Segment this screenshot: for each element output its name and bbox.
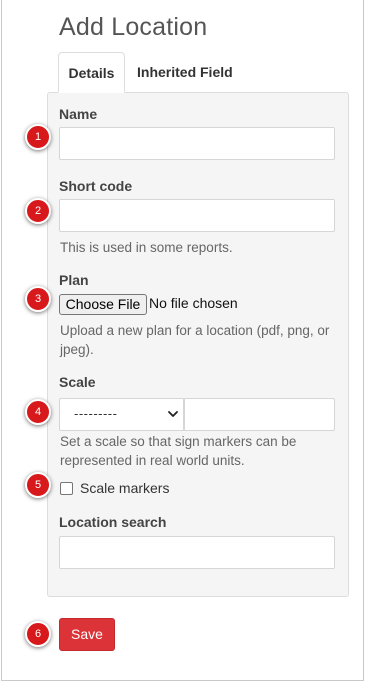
scale-help-line-2: represented in real world units.	[60, 453, 245, 468]
scale-unit-select[interactable]: ---------	[59, 398, 184, 431]
scale-markers-label[interactable]: Scale markers	[80, 480, 169, 496]
annotation-marker-3: 3	[25, 286, 51, 312]
scale-label: Scale	[59, 374, 96, 390]
short-code-input[interactable]	[59, 199, 335, 232]
annotation-marker-2: 2	[25, 198, 51, 224]
scale-markers-checkbox[interactable]	[60, 482, 73, 495]
annotation-marker-6: 6	[25, 621, 51, 647]
short-code-label: Short code	[59, 178, 133, 194]
save-button[interactable]: Save	[59, 618, 115, 651]
tab-details[interactable]: Details	[58, 52, 125, 93]
annotation-marker-4: 4	[25, 399, 51, 425]
plan-help-line-2: jpeg).	[60, 342, 94, 357]
short-code-help: This is used in some reports.	[60, 240, 233, 255]
scale-help-line-1: Set a scale so that sign markers can be	[60, 434, 297, 449]
location-search-label: Location search	[59, 514, 167, 530]
scale-value-input[interactable]	[184, 398, 335, 431]
plan-help-line-1: Upload a new plan for a location (pdf, p…	[60, 323, 330, 338]
location-search-input[interactable]	[59, 536, 335, 569]
page-title: Add Location	[59, 13, 208, 41]
plan-label: Plan	[59, 272, 89, 288]
choose-file-button[interactable]: Choose File	[59, 294, 147, 315]
name-input[interactable]	[59, 127, 335, 160]
chevron-down-icon	[168, 411, 178, 417]
file-status-text: No file chosen	[149, 295, 238, 311]
annotation-marker-5: 5	[25, 472, 51, 498]
tab-bar: Details Inherited Field Values	[47, 52, 348, 120]
annotation-marker-1: 1	[25, 124, 51, 150]
scale-select-value: ---------	[74, 406, 118, 421]
name-label: Name	[59, 106, 98, 122]
tab-inherited-field-values[interactable]: Inherited Field Values	[125, 52, 277, 120]
